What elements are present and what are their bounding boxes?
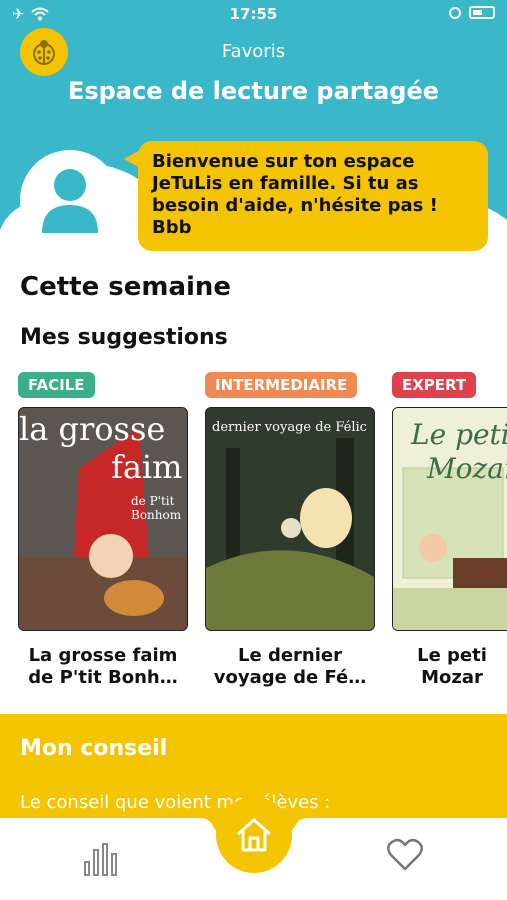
book-title: Le peti Mozar	[417, 645, 487, 688]
status-time: 17:55	[229, 5, 278, 23]
book-cover[interactable]: dernier voyage de Félic	[205, 407, 375, 631]
level-tag: INTERMEDIAIRE	[205, 372, 358, 398]
home-button[interactable]	[216, 797, 292, 873]
user-icon	[42, 169, 98, 233]
level-tag: FACILE	[18, 372, 95, 398]
cover-title-3: de P'tit Bonhom	[131, 494, 182, 522]
book-cover[interactable]: la grosse faim de P'tit Bonhom	[18, 407, 188, 631]
advice-text: Le conseil que voient mes élèves :	[20, 792, 331, 813]
battery-icon	[469, 6, 495, 19]
page-title: Espace de lecture partagée	[67, 77, 440, 105]
level-tag: EXPERT	[392, 372, 477, 398]
home-icon	[237, 818, 271, 852]
book-cover[interactable]: Le peti Mozar	[392, 407, 507, 631]
book-carousel[interactable]: FACILE la grosse faim de P'tit Bonhom La…	[18, 372, 507, 702]
book-card[interactable]: EXPERT Le peti Mozar Le peti Mozar	[392, 372, 507, 689]
stats-icon[interactable]	[84, 840, 118, 880]
heart-icon[interactable]	[387, 838, 423, 876]
section-title: Cette semaine	[20, 272, 232, 302]
book-title: La grosse faim de P'tit Bonh…	[28, 645, 178, 688]
cover-title: Le peti	[411, 418, 507, 451]
status-right	[449, 6, 495, 19]
cover-title: dernier voyage de Félic	[212, 420, 367, 435]
nav-title: Favoris	[221, 41, 286, 62]
status-bar: ✈ 17:55	[0, 0, 507, 30]
welcome-bubble: Bienvenue sur ton espace JeTuLis en fami…	[124, 141, 488, 251]
book-card[interactable]: INTERMEDIAIRE dernier voyage de Félic Le…	[205, 372, 375, 689]
cover-title: la grosse	[19, 410, 166, 448]
book-card[interactable]: FACILE la grosse faim de P'tit Bonhom La…	[18, 372, 188, 689]
book-cover-illustration	[206, 408, 374, 630]
avatar[interactable]	[20, 150, 120, 250]
orientation-lock-icon	[449, 6, 461, 19]
advice-title: Mon conseil	[20, 736, 168, 761]
book-title: Le dernier voyage de Fé…	[213, 645, 367, 688]
cover-title-2: faim	[111, 448, 183, 486]
suggestions-title: Mes suggestions	[20, 325, 228, 350]
cover-title-2: Mozar	[427, 452, 507, 485]
